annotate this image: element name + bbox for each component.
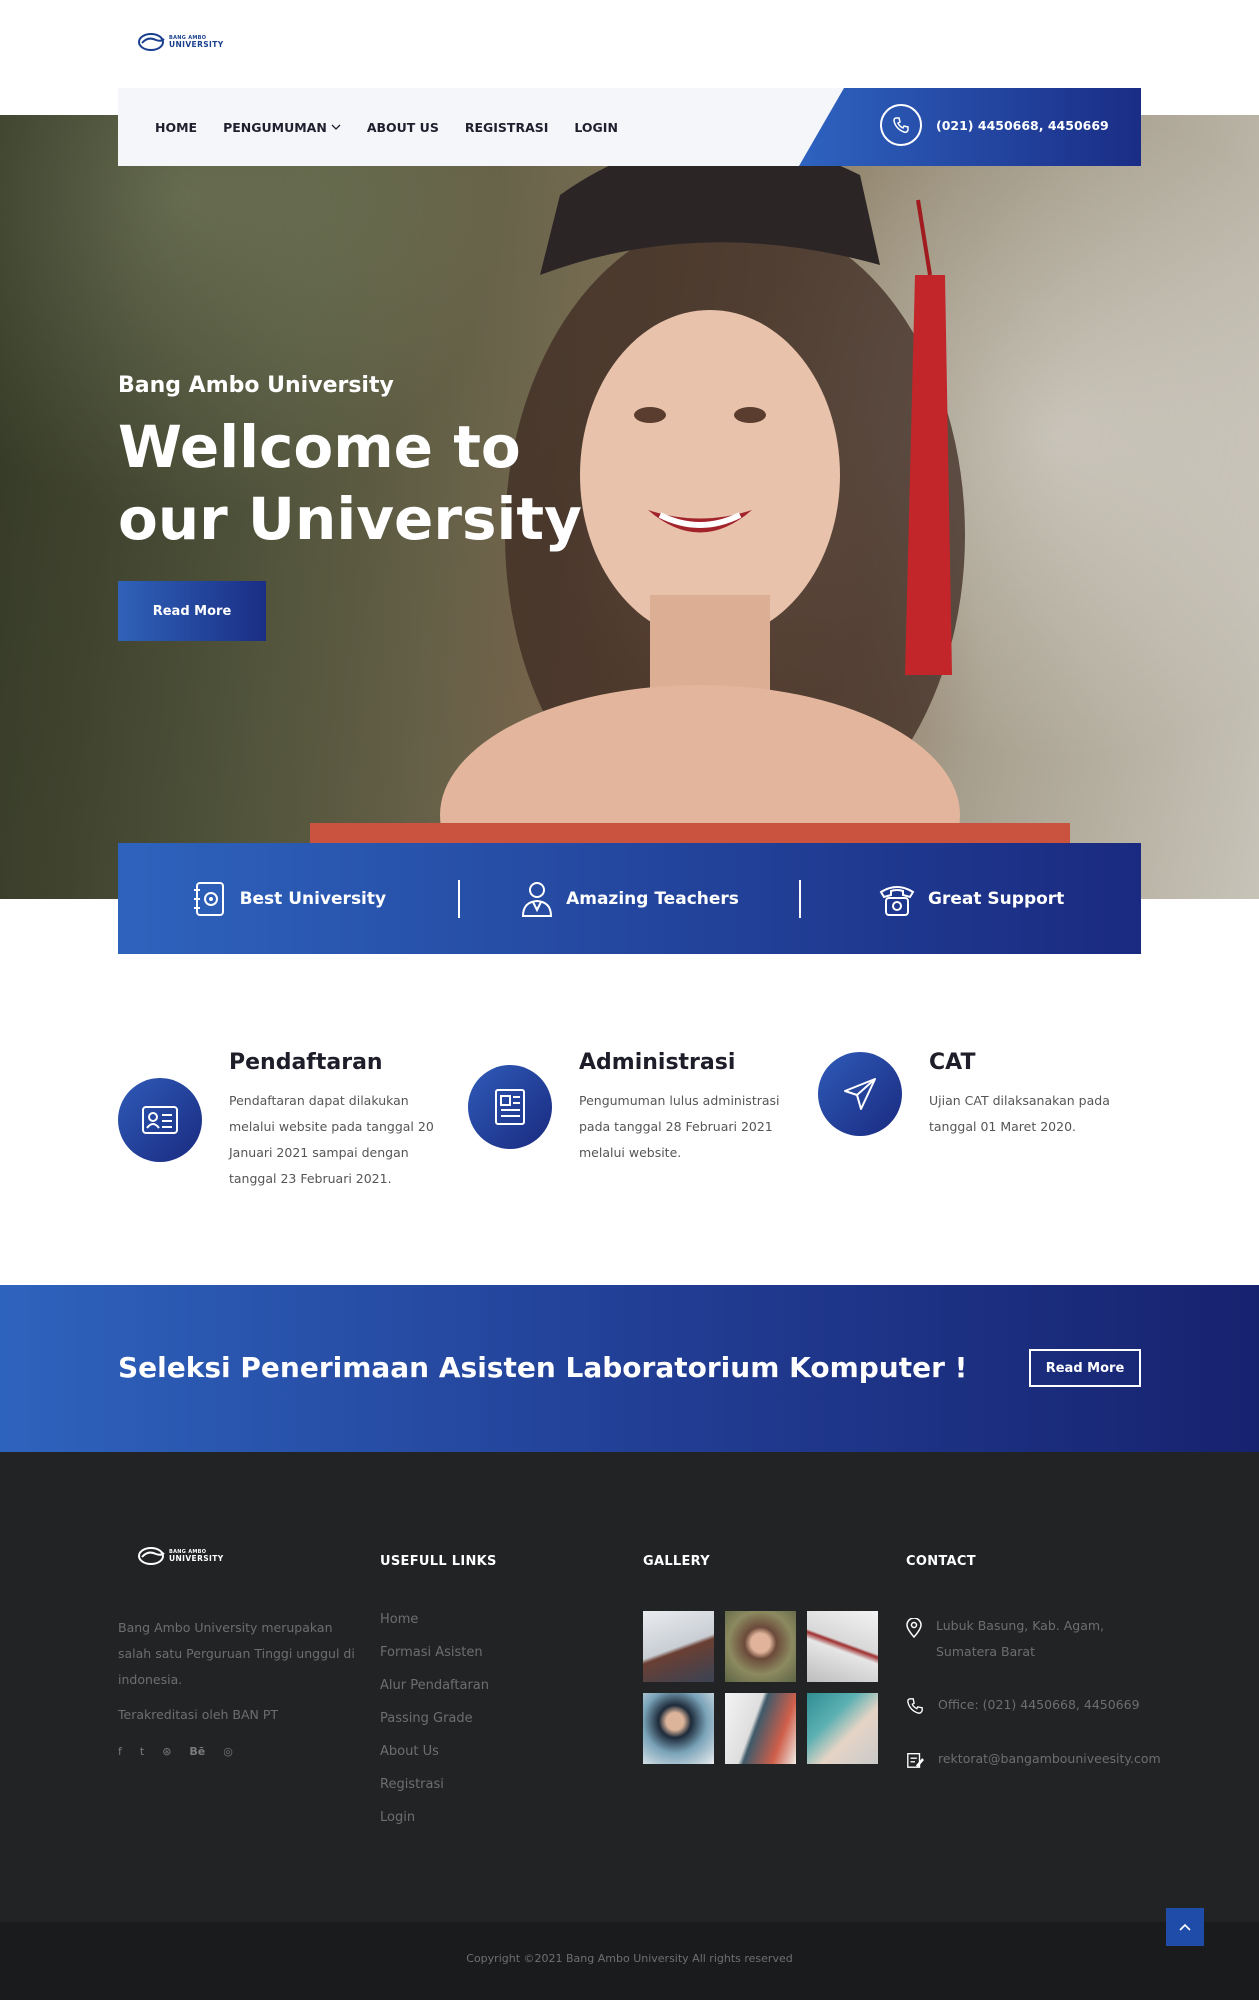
- logo-emblem-icon: [138, 33, 165, 51]
- scroll-to-top-button[interactable]: [1166, 1908, 1204, 1946]
- footer-gallery-title: GALLERY: [643, 1554, 710, 1569]
- gallery-image[interactable]: [643, 1693, 714, 1764]
- phone-icon: [907, 1698, 923, 1714]
- main-navigation: HOME PENGUMUMAN ABOUT US REGISTRASI LOGI…: [118, 88, 1141, 166]
- cta-banner: Seleksi Penerimaan Asisten Laboratorium …: [0, 1285, 1259, 1452]
- phone-icon: [880, 104, 922, 146]
- social-links: f t ⊛ Bē ◎: [118, 1745, 233, 1758]
- cta-read-more-button[interactable]: Read More: [1029, 1349, 1141, 1387]
- nav-label: REGISTRASI: [464, 119, 549, 135]
- footer-logo[interactable]: BANG AMBO UNIVERSITY: [138, 1546, 224, 1566]
- logo-emblem-icon: [138, 1547, 165, 1565]
- hero-title: Wellcome to our University: [118, 413, 582, 553]
- gallery-image[interactable]: [725, 1611, 796, 1682]
- cta-text: Seleksi Penerimaan Asisten Laboratorium …: [118, 1351, 968, 1384]
- nav-menu: HOME PENGUMUMAN ABOUT US REGISTRASI LOGI…: [118, 120, 618, 135]
- nav-item-home[interactable]: HOME: [155, 120, 197, 135]
- gallery-image[interactable]: [643, 1611, 714, 1682]
- footer-accreditation: Terakreditasi oleh BAN PT: [118, 1707, 279, 1722]
- header-phone-number: (021) 4450668, 4450669: [936, 118, 1109, 133]
- chevron-down-icon: [331, 124, 341, 130]
- nav-label: ABOUT US: [366, 119, 439, 135]
- telephone-icon: [879, 885, 915, 916]
- facebook-icon[interactable]: f: [118, 1745, 122, 1758]
- feature-label: Amazing Teachers: [566, 888, 739, 909]
- document-icon: [468, 1065, 552, 1149]
- contact-office: Office: (021) 4450668, 4450669: [906, 1692, 1140, 1718]
- info-text: Ujian CAT dilaksanakan pada tanggal 01 M…: [929, 1093, 1110, 1134]
- edit-document-icon: [907, 1753, 924, 1768]
- twitter-icon[interactable]: t: [140, 1745, 144, 1758]
- id-card-icon: [118, 1078, 202, 1162]
- behance-icon[interactable]: Bē: [189, 1745, 205, 1758]
- feature-label: Great Support: [928, 888, 1065, 909]
- hero-subtitle: Bang Ambo University: [118, 373, 394, 398]
- footer-links-title: USEFULL LINKS: [380, 1554, 497, 1569]
- info-title: Administrasi: [579, 1050, 736, 1075]
- dribbble-icon[interactable]: ⊛: [162, 1745, 171, 1758]
- contact-email-text[interactable]: rektorat@bangambouniveesity.com: [938, 1746, 1161, 1772]
- site-logo[interactable]: BANG AMBO UNIVERSITY: [138, 32, 224, 52]
- hero-read-more-button[interactable]: Read More: [118, 581, 266, 641]
- footer-bottom-bar: Copyright ©2021 Bang Ambo University All…: [0, 1922, 1259, 2000]
- contact-office-text: Office: (021) 4450668, 4450669: [938, 1697, 1140, 1712]
- instagram-icon[interactable]: ◎: [223, 1745, 233, 1758]
- gallery-image[interactable]: [807, 1693, 878, 1764]
- info-title: Pendaftaran: [229, 1050, 383, 1075]
- chevron-up-icon: [1179, 1923, 1191, 1931]
- feature-great-support: Great Support: [801, 880, 1141, 918]
- footer-contact-title: CONTACT: [906, 1554, 976, 1569]
- gallery-image[interactable]: [725, 1693, 796, 1764]
- nav-label: HOME: [155, 119, 198, 135]
- nav-item-about-us[interactable]: ABOUT US: [367, 120, 439, 135]
- notebook-icon: [193, 881, 224, 916]
- contact-email: rektorat@bangambouniveesity.com: [906, 1746, 1161, 1772]
- logo-line2: UNIVERSITY: [169, 1553, 224, 1563]
- logo-line2: UNIVERSITY: [169, 39, 224, 49]
- copyright-text: Copyright ©2021 Bang Ambo University All…: [466, 1952, 793, 1965]
- paper-plane-icon: [818, 1052, 902, 1136]
- gallery-image[interactable]: [807, 1611, 878, 1682]
- footer-about-text: Bang Ambo University merupakan salah sat…: [118, 1620, 355, 1687]
- teacher-icon: [522, 881, 553, 917]
- location-pin-icon: [906, 1618, 922, 1638]
- footer-link-about-us[interactable]: About Us: [380, 1742, 489, 1761]
- footer-links: Home Formasi Asisten Alur Pendaftaran Pa…: [380, 1610, 489, 1827]
- feature-label: Best University: [239, 888, 387, 909]
- nav-item-pengumuman[interactable]: PENGUMUMAN: [223, 120, 341, 135]
- info-text: Pendaftaran dapat dilakukan melalui webs…: [229, 1093, 434, 1186]
- footer-gallery: [643, 1611, 878, 1764]
- info-title: CAT: [929, 1050, 976, 1075]
- footer-link-passing-grade[interactable]: Passing Grade: [380, 1709, 489, 1728]
- contact-address: Lubuk Basung, Kab. Agam, Sumatera Barat: [906, 1613, 1126, 1665]
- footer-link-login[interactable]: Login: [380, 1808, 489, 1827]
- contact-address-text: Lubuk Basung, Kab. Agam, Sumatera Barat: [936, 1618, 1105, 1659]
- footer-link-formasi-asisten[interactable]: Formasi Asisten: [380, 1643, 489, 1662]
- feature-bar: Best University Amazing Teachers Great S…: [118, 843, 1141, 954]
- footer-link-alur-pendaftaran[interactable]: Alur Pendaftaran: [380, 1676, 489, 1695]
- nav-item-registrasi[interactable]: REGISTRASI: [465, 120, 549, 135]
- footer-link-home[interactable]: Home: [380, 1610, 489, 1629]
- feature-amazing-teachers: Amazing Teachers: [460, 880, 800, 918]
- nav-item-login[interactable]: LOGIN: [574, 120, 618, 135]
- info-text: Pengumuman lulus administrasi pada tangg…: [579, 1093, 780, 1160]
- nav-label: PENGUMUMAN: [223, 119, 327, 135]
- header-phone-block[interactable]: (021) 4450668, 4450669: [799, 88, 1141, 166]
- nav-label: LOGIN: [574, 119, 618, 135]
- footer-link-registrasi[interactable]: Registrasi: [380, 1775, 489, 1794]
- hero-banner: Bang Ambo University Wellcome to our Uni…: [0, 115, 1259, 899]
- feature-best-university: Best University: [118, 880, 458, 918]
